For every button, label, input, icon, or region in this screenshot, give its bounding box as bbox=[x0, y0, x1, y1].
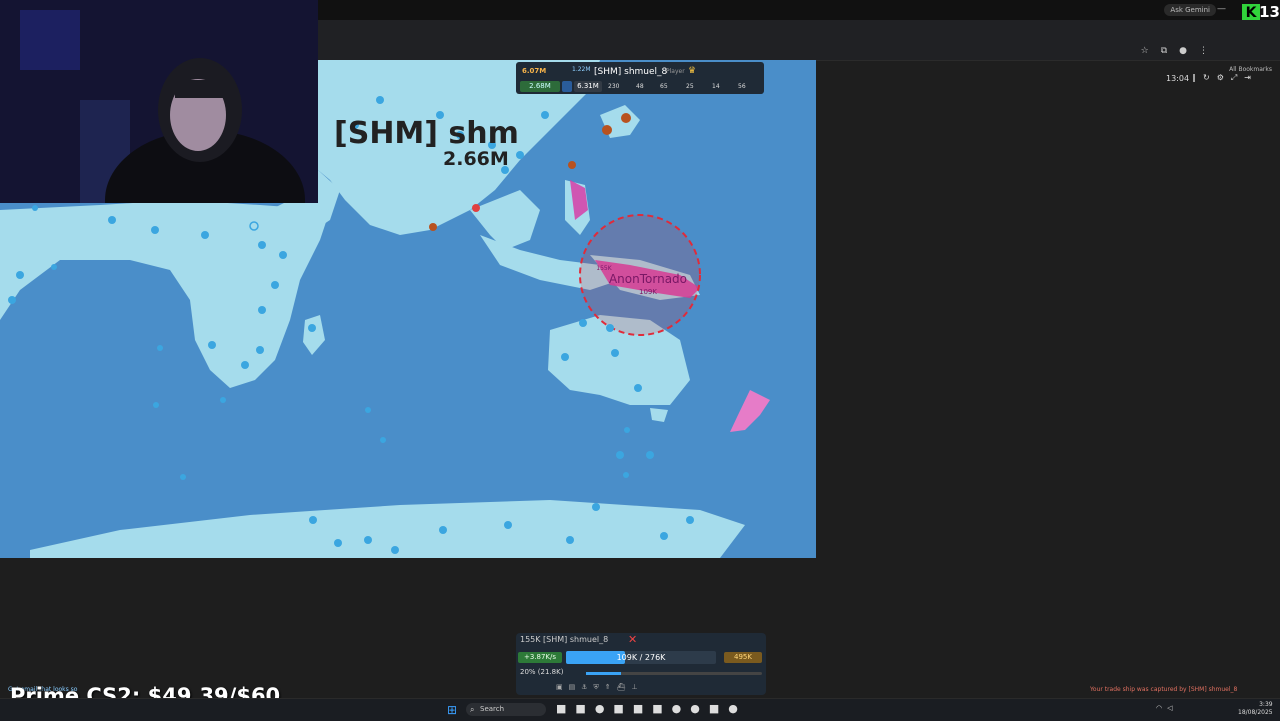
stat-factories: 48 bbox=[636, 83, 644, 90]
app-icon[interactable]: ● bbox=[672, 702, 691, 715]
troops-icon bbox=[562, 81, 572, 92]
app-icon[interactable]: ■ bbox=[633, 702, 652, 715]
trade-ship-message: Your trade ship was captured by [SHM] sh… bbox=[1090, 686, 1238, 693]
enemy-name-label: AnonTornado bbox=[609, 272, 687, 286]
timer-controls: ‖↻⚙⤢⇥ bbox=[1192, 73, 1258, 83]
warship-icon[interactable]: ⛴ bbox=[617, 683, 632, 691]
troop-rate: +3.87K/s bbox=[518, 652, 562, 663]
crown-icon: ♛ bbox=[688, 66, 697, 76]
land-new-zealand bbox=[730, 390, 770, 432]
port-icon[interactable]: ⚓ bbox=[581, 683, 593, 691]
profile-icon[interactable]: ● bbox=[1179, 46, 1199, 56]
player-max-pill: 6.31M bbox=[574, 81, 602, 92]
app-icon[interactable]: ● bbox=[595, 702, 614, 715]
control-panel: 155K [SHM] shmuel_8 ✕ +3.87K/s 109K / 27… bbox=[516, 633, 766, 695]
app-icon[interactable]: ● bbox=[728, 702, 747, 715]
troops-bar: 109K / 276K bbox=[566, 651, 716, 664]
app-icon[interactable]: ● bbox=[690, 702, 709, 715]
toolbar-icons: ☆⧉●⋮ bbox=[1141, 46, 1220, 56]
stat-cities: 230 bbox=[608, 83, 620, 90]
attack-ratio-fill bbox=[586, 672, 622, 675]
player-tag: Player bbox=[666, 68, 685, 75]
gold-amount: 495K bbox=[724, 652, 762, 663]
game-timer: 13:04 bbox=[1166, 74, 1190, 83]
land-madagascar bbox=[303, 315, 325, 355]
player-troops-pill: 2.68M bbox=[520, 81, 560, 92]
search-label: Search bbox=[480, 705, 505, 713]
land-tasmania bbox=[650, 408, 668, 422]
restart-icon[interactable]: ↻ bbox=[1203, 73, 1217, 82]
wifi-icon[interactable]: ◠ bbox=[1156, 704, 1167, 712]
troops-bar-text: 109K / 276K bbox=[616, 653, 666, 662]
panel-header: 155K [SHM] shmuel_8 bbox=[520, 635, 609, 644]
player-name: [SHM] shmuel_8 bbox=[594, 67, 668, 77]
windows-taskbar: ⊞ ⌕ Search ■■●■■■●●■● ◠◁ 3:39 18/08/2025 bbox=[0, 698, 1280, 721]
browser-menu-icon[interactable]: ⋮ bbox=[1199, 46, 1220, 56]
missile-icon[interactable]: ⇑ bbox=[605, 683, 617, 691]
attack-ratio: 20% (21.8K) bbox=[520, 668, 564, 676]
bookmark-star-icon[interactable]: ☆ bbox=[1141, 46, 1161, 56]
taskbar-search[interactable]: ⌕ Search bbox=[466, 703, 546, 716]
enemy-small-label: 155K bbox=[596, 265, 612, 272]
taskbar-apps: ■■●■■■●●■● bbox=[556, 702, 747, 715]
system-tray: ◠◁ bbox=[1156, 704, 1178, 712]
target-player-troops: 2.66M bbox=[443, 148, 509, 170]
land-antarctica bbox=[30, 500, 745, 558]
taskbar-clock[interactable]: 3:39 18/08/2025 bbox=[1238, 701, 1273, 717]
app-icon[interactable]: ■ bbox=[575, 702, 594, 715]
streamer-webcam bbox=[0, 0, 318, 203]
close-icon[interactable]: ✕ bbox=[628, 633, 637, 646]
volume-icon[interactable]: ◁ bbox=[1167, 704, 1177, 712]
player-troops-small: 1.22M bbox=[572, 66, 591, 73]
stat-sams: 25 bbox=[686, 83, 694, 90]
extensions-icon[interactable]: ⧉ bbox=[1161, 46, 1179, 56]
exit-icon[interactable]: ⇥ bbox=[1244, 73, 1258, 82]
app-icon[interactable]: ■ bbox=[556, 702, 575, 715]
stat-silos: 14 bbox=[712, 83, 720, 90]
player-gold: 6.07M bbox=[522, 67, 547, 75]
city-icon[interactable]: ▣ bbox=[556, 683, 569, 691]
fullscreen-icon[interactable]: ⤢ bbox=[1231, 73, 1244, 82]
sam-icon[interactable]: ⊥ bbox=[632, 683, 644, 691]
stat-ports: 65 bbox=[660, 83, 668, 90]
enemy-troops-label: 109K bbox=[639, 288, 657, 296]
factory-icon[interactable]: ▤ bbox=[569, 683, 582, 691]
clock-time: 3:39 bbox=[1259, 701, 1273, 708]
webcam-picture bbox=[0, 0, 318, 203]
red-unit bbox=[472, 204, 480, 212]
app-icon[interactable]: ■ bbox=[652, 702, 671, 715]
land-africa bbox=[0, 200, 330, 388]
ask-gemini-button[interactable]: Ask Gemini bbox=[1164, 4, 1216, 16]
stat-defense: 56 bbox=[738, 83, 746, 90]
settings-gear-icon[interactable]: ⚙ bbox=[1217, 73, 1231, 82]
window-minimize-button[interactable]: — bbox=[1217, 4, 1226, 14]
app-icon[interactable]: ■ bbox=[709, 702, 728, 715]
target-player-name: [SHM] shm bbox=[334, 116, 519, 151]
build-menu-icons: ▣▤⚓⛨⇑⛴⊥ bbox=[556, 683, 644, 692]
windows-start-icon[interactable]: ⊞ bbox=[447, 703, 457, 717]
player-info-card: 6.07M 1.22M [SHM] shmuel_8 Player ♛ 2.68… bbox=[516, 62, 764, 94]
all-bookmarks-button[interactable]: All Bookmarks bbox=[1229, 66, 1272, 73]
app-icon[interactable]: ■ bbox=[613, 702, 632, 715]
defense-icon[interactable]: ⛨ bbox=[594, 683, 605, 691]
kick-overlay-count: 13 bbox=[1259, 3, 1280, 21]
search-icon: ⌕ bbox=[470, 705, 475, 714]
attack-ratio-slider[interactable] bbox=[586, 672, 762, 675]
clock-date: 18/08/2025 bbox=[1238, 709, 1273, 716]
pause-icon[interactable]: ‖ bbox=[1192, 73, 1203, 82]
